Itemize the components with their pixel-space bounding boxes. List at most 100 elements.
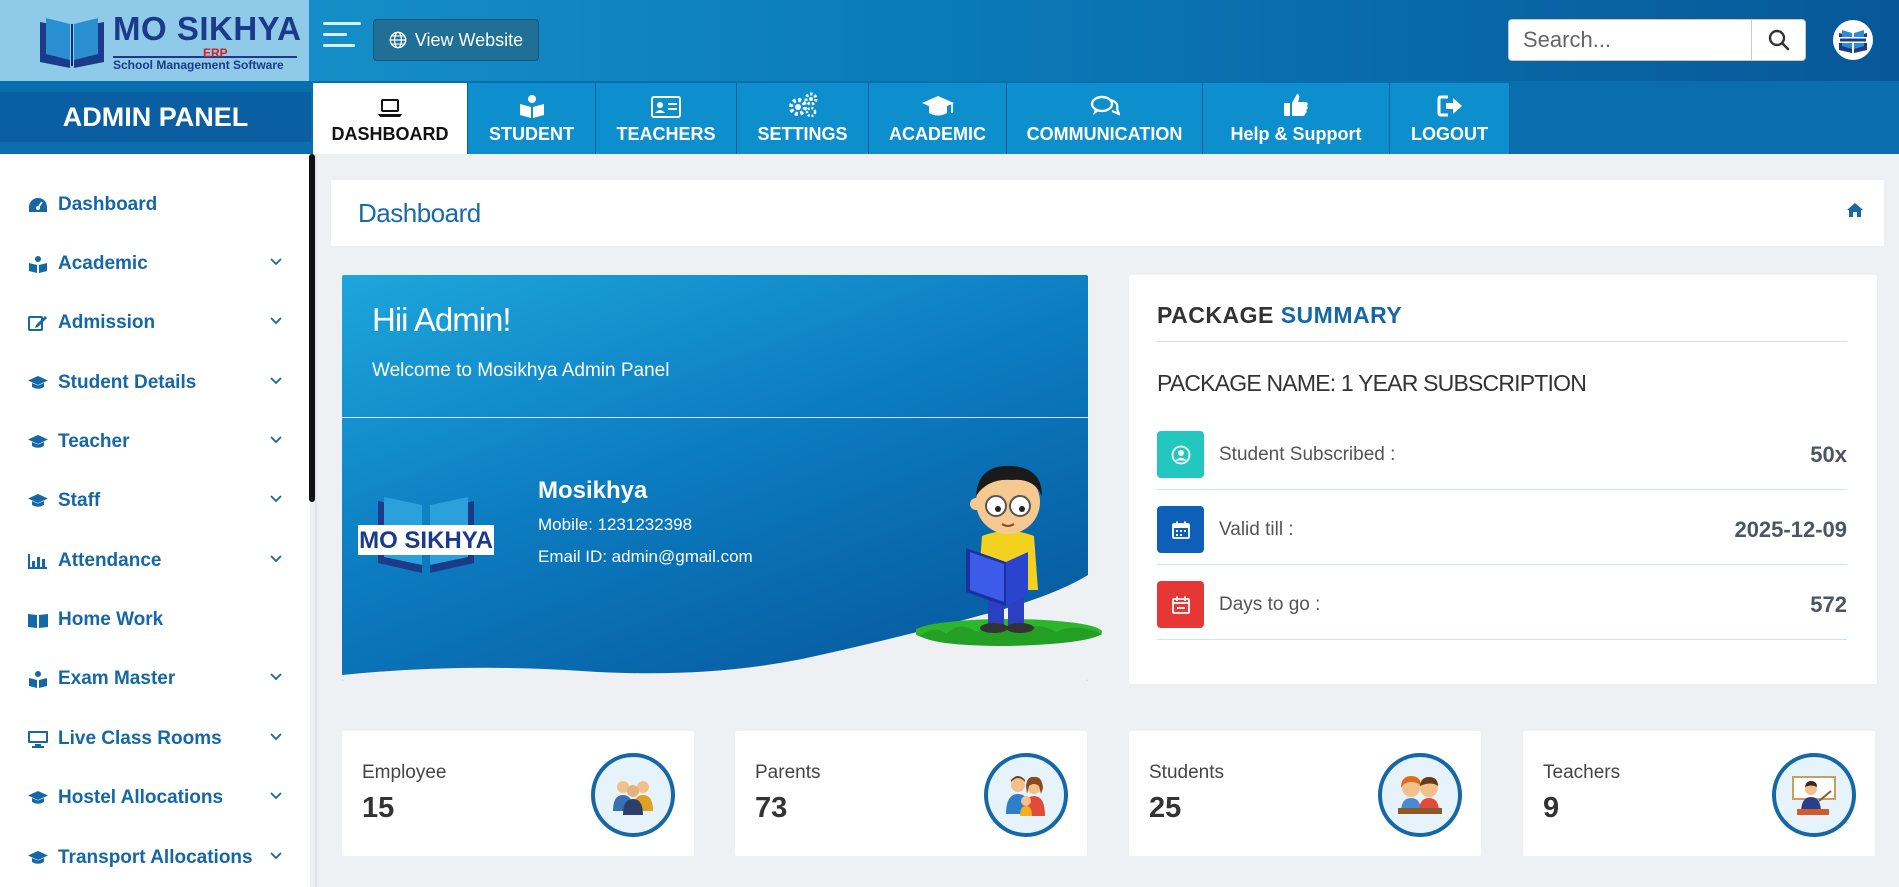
stat-label: Parents [755,762,821,783]
graduation-cap-icon [28,376,48,389]
tab-academic[interactable]: ACADEMIC [869,83,1007,154]
reader-icon [519,95,544,118]
calendar-icon [1171,596,1190,614]
laptop-icon [378,99,402,117]
tab-label: ACADEMIC [889,124,986,144]
globe-icon [389,31,407,49]
sidebar-scrollbar[interactable] [309,154,315,502]
graduation-cap-icon [921,96,954,116]
stat-label: Students [1149,762,1224,783]
package-summary-card: PACKAGE SUMMARY PACKAGE NAME: 1 YEAR SUB… [1129,275,1877,684]
stat-card-employee[interactable]: Employee 15 [342,731,694,856]
sidebar: Dashboard Academic Admission Student Det… [0,154,310,887]
view-website-button[interactable]: View Website [373,19,539,61]
boy-reading-illustration [916,465,1102,646]
user-circle-icon [1171,445,1190,464]
reader-icon [29,671,47,688]
stat-icon-circle [1772,753,1856,837]
chevron-down-icon [270,436,282,444]
avatar-logo-icon [1838,30,1868,53]
dashboard-icon [29,198,47,212]
stat-card-students[interactable]: Students 25 [1129,731,1481,856]
tab-label: SETTINGS [757,124,848,144]
page-title: Dashboard [358,198,481,228]
welcome-divider [342,417,1088,418]
sidebar-item-staff[interactable]: Staff [0,481,300,521]
chevron-down-icon [270,555,282,563]
sidebar-item-label: Academic [58,253,148,274]
hamburger-line [323,22,361,25]
employees-icon [613,781,653,815]
chevron-down-icon [270,852,282,860]
user-avatar[interactable] [1833,20,1873,60]
tab-logout[interactable]: LOGOUT [1390,83,1510,154]
tab-student[interactable]: STUDENT [468,83,596,154]
sidebar-item-exam-master[interactable]: Exam Master [0,659,300,699]
chevron-down-icon [270,495,282,503]
edit-icon [28,316,47,331]
book-logo-icon [40,18,104,68]
teacher-icon [1792,776,1836,815]
sidebar-item-home-work[interactable]: Home Work [0,600,300,640]
home-icon[interactable] [1846,202,1864,218]
chevron-down-icon [270,673,282,681]
tab-help-support[interactable]: Help & Support [1203,83,1390,154]
tab-label: COMMUNICATION [1026,124,1183,144]
sidebar-item-label: Dashboard [58,194,158,215]
tab-settings[interactable]: SETTINGS [737,83,869,154]
welcome-greeting: Hii Admin! [372,301,512,338]
hamburger-line [323,44,355,47]
tab-label: LOGOUT [1411,124,1488,144]
sidebar-item-teacher[interactable]: Teacher [0,422,300,462]
sidebar-item-admission[interactable]: Admission [0,303,300,343]
sidebar-item-transport-allocations[interactable]: Transport Allocations [0,838,300,878]
sidebar-item-student-details[interactable]: Student Details [0,363,300,403]
package-row-label: Days to go : [1219,594,1321,615]
sidebar-item-label: Admission [58,312,156,333]
package-row-icon-box [1157,581,1204,628]
stat-label: Employee [362,762,447,783]
sidebar-item-label: Home Work [58,609,164,630]
breadcrumb: Dashboard [331,180,1884,246]
tab-label: STUDENT [489,124,574,144]
view-website-label: View Website [414,29,524,50]
sidebar-item-academic[interactable]: Academic [0,244,300,284]
sidebar-item-dashboard[interactable]: Dashboard [0,185,300,225]
stat-card-teachers[interactable]: Teachers 9 [1523,731,1875,856]
stat-value: 9 [1543,792,1560,824]
chevron-down-icon [270,733,282,741]
menu-toggle-button[interactable] [323,22,361,56]
search-input[interactable] [1509,20,1752,60]
book-open-icon [28,614,48,628]
sidebar-item-label: Attendance [58,550,162,571]
stat-label: Teachers [1543,762,1621,783]
tab-communication[interactable]: COMMUNICATION [1007,83,1203,154]
sidebar-item-hostel-allocations[interactable]: Hostel Allocations [0,778,300,818]
stat-value: 73 [755,792,788,824]
sidebar-item-label: Hostel Allocations [58,787,224,808]
package-row-icon-box [1157,431,1204,478]
search-button[interactable] [1752,20,1806,60]
tab-dashboard[interactable]: DASHBOARD [313,83,468,154]
package-row-icon-box [1157,506,1204,553]
sidebar-item-live-class-rooms[interactable]: Live Class Rooms [0,719,300,759]
stat-card-parents[interactable]: Parents 73 [735,731,1087,856]
sidebar-scroll-track [315,154,317,887]
top-bar: MO SIKHYA ERP School Management Software… [0,0,1899,81]
admin-panel-title: ADMIN PANEL [0,92,311,142]
tab-teachers[interactable]: TEACHERS [596,83,737,154]
sidebar-item-attendance[interactable]: Attendance [0,541,300,581]
graduation-cap-icon [28,791,48,804]
tab-label: DASHBOARD [331,124,449,144]
package-row-days-to-go: Days to go : 572 [1157,565,1847,640]
org-mobile: Mobile: 1231232398 [538,515,693,534]
sign-out-icon [1437,95,1462,117]
stat-icon-circle [1378,753,1462,837]
tab-label: Help & Support [1230,124,1362,144]
package-row-valid-till: Valid till : 2025-12-09 [1157,490,1847,565]
bar-chart-icon [28,554,47,569]
stat-value: 15 [362,792,395,824]
sidebar-item-label: Student Details [58,372,197,393]
brand-logo[interactable]: MO SIKHYA ERP School Management Software [0,0,309,81]
graduation-cap-icon [28,851,48,864]
